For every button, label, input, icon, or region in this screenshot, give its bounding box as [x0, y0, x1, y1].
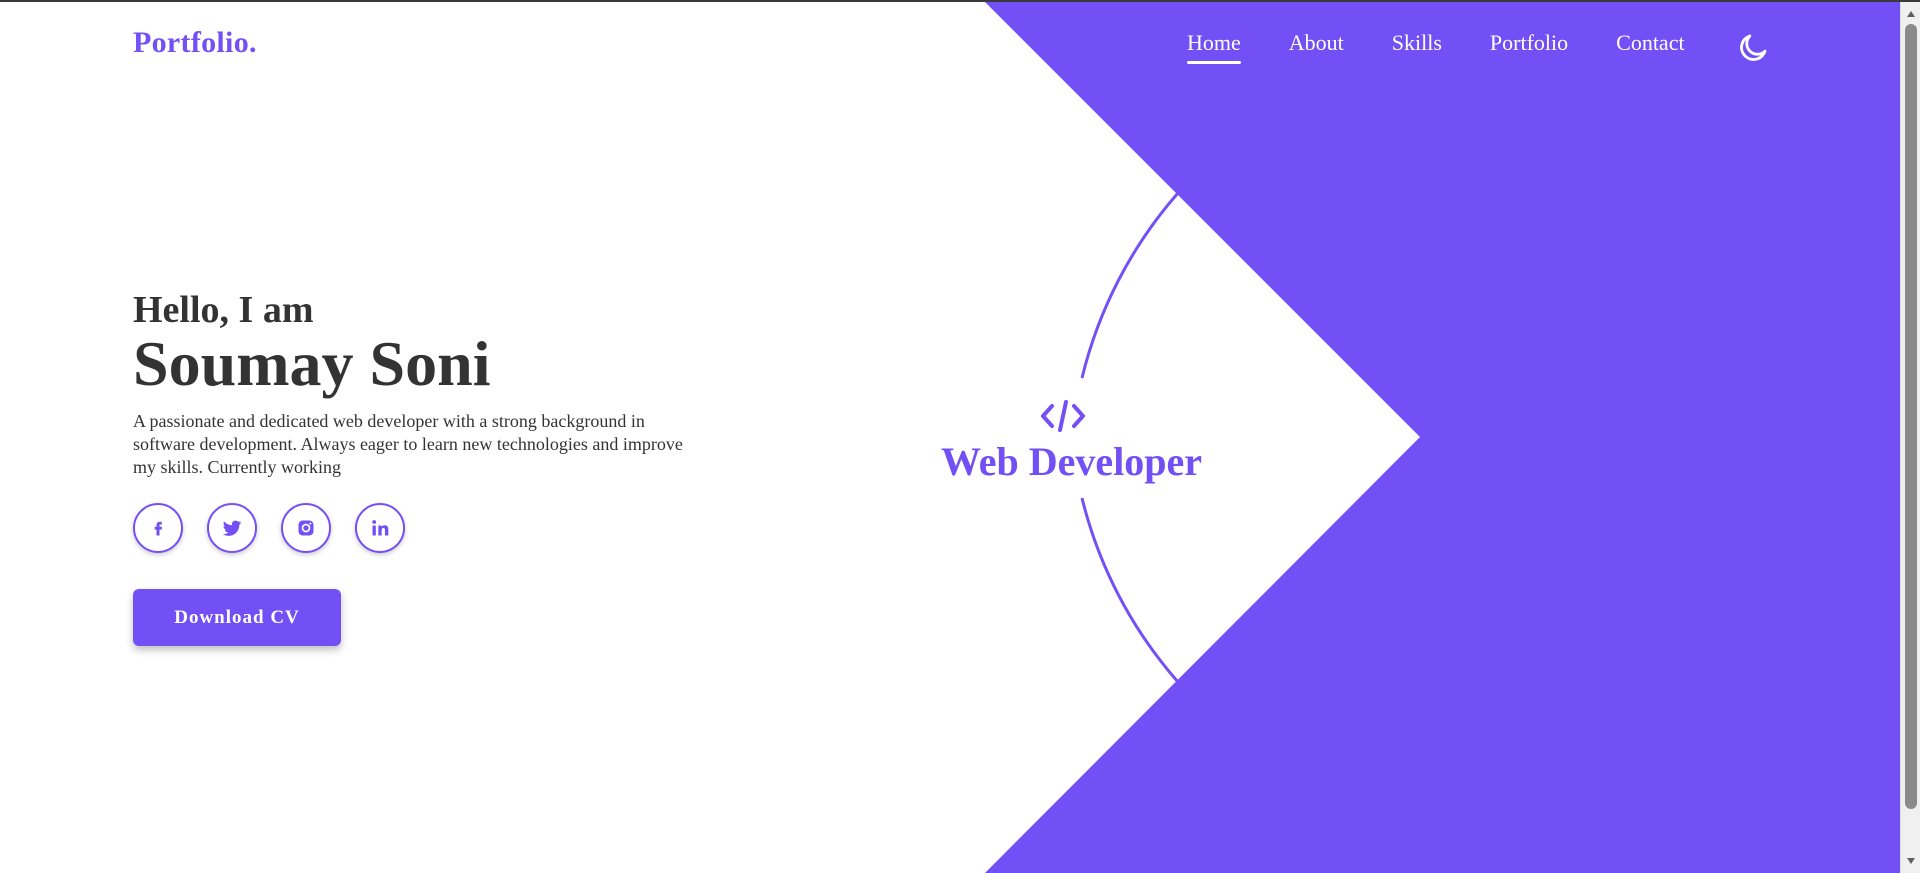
twitter-link[interactable] — [207, 503, 257, 553]
instagram-link[interactable] — [281, 503, 331, 553]
browser-viewport: Portfolio. Home About Skills Portfolio C… — [0, 0, 1920, 873]
moon-icon — [1740, 34, 1767, 61]
nav-skills-link[interactable]: Skills — [1392, 30, 1442, 64]
hero-name: Soumay Soni — [133, 328, 491, 399]
scrollbar-thumb[interactable] — [1905, 24, 1917, 809]
hero-greeting: Hello, I am — [133, 289, 314, 331]
nav-contact-link[interactable]: Contact — [1616, 30, 1684, 64]
linkedin-link[interactable] — [355, 503, 405, 553]
nav-home-link[interactable]: Home — [1187, 30, 1241, 64]
main-nav: Home About Skills Portfolio Contact — [1187, 30, 1733, 70]
scroll-up-arrow-icon[interactable] — [1901, 4, 1920, 24]
hero-section: Hello, I am Soumay Soni A passionate and… — [133, 288, 693, 479]
nav-about-link[interactable]: About — [1289, 30, 1344, 64]
twitter-icon — [222, 520, 242, 536]
facebook-icon — [154, 521, 163, 536]
social-links — [133, 503, 429, 553]
scroll-down-arrow-icon[interactable] — [1901, 851, 1920, 871]
nav-portfolio-link[interactable]: Portfolio — [1490, 30, 1568, 64]
role-title: Web Developer — [941, 439, 1203, 484]
site-logo[interactable]: Portfolio. — [133, 26, 257, 60]
linkedin-icon — [372, 520, 389, 536]
instagram-icon — [298, 520, 314, 536]
hero-description: A passionate and dedicated web developer… — [133, 411, 683, 477]
facebook-link[interactable] — [133, 503, 183, 553]
portfolio-page: Portfolio. Home About Skills Portfolio C… — [0, 2, 1900, 873]
download-cv-button[interactable]: Download CV — [133, 589, 341, 646]
code-icon — [1041, 400, 1085, 432]
theme-toggle-button[interactable] — [1736, 31, 1770, 65]
vertical-scrollbar[interactable] — [1900, 2, 1920, 873]
